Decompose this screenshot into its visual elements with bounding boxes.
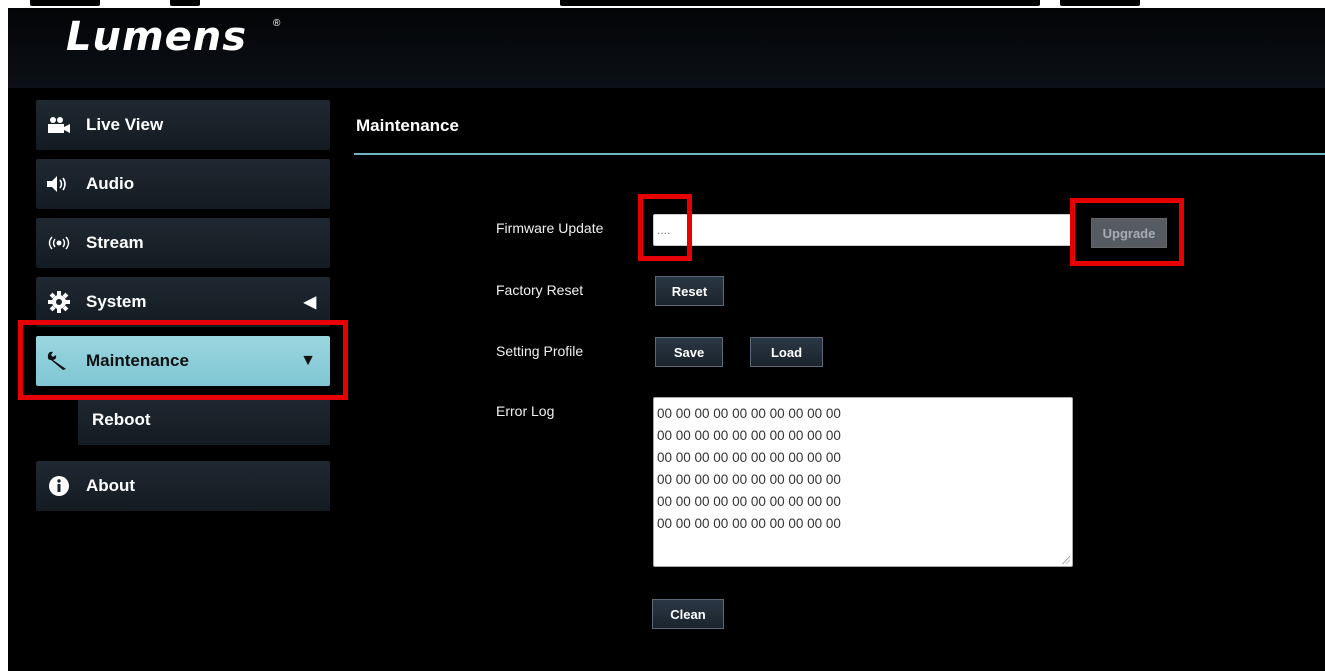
clean-button[interactable]: Clean	[652, 599, 724, 629]
error-log-line: 00 00 00 00 00 00 00 00 00 00	[657, 406, 841, 421]
title-divider	[354, 153, 1325, 155]
error-log-line: 00 00 00 00 00 00 00 00 00 00	[657, 450, 841, 465]
info-icon	[46, 475, 72, 497]
sidebar-item-stream[interactable]: Stream	[36, 218, 330, 268]
sidebar-item-live-view[interactable]: Live View	[36, 100, 330, 150]
sidebar-item-maintenance[interactable]: Maintenance ▼	[36, 336, 330, 386]
wrench-icon	[46, 351, 72, 371]
sidebar: Live View Audio Stream System ◀ Maintena…	[8, 88, 338, 671]
sidebar-item-label: Live View	[86, 115, 164, 134]
load-profile-button[interactable]: Load	[750, 337, 823, 367]
sidebar-item-system[interactable]: System ◀	[36, 277, 330, 327]
cropped-document-text	[0, 0, 1325, 8]
broadcast-icon	[46, 234, 72, 252]
registered-mark: ®	[273, 18, 281, 29]
error-log-label: Error Log	[496, 403, 555, 419]
error-log-line: 00 00 00 00 00 00 00 00 00 00	[657, 428, 841, 443]
error-log-line: 00 00 00 00 00 00 00 00 00 00	[657, 494, 841, 509]
sidebar-item-label: Maintenance	[86, 351, 189, 370]
header: Lumens ®	[8, 8, 1325, 88]
chevron-left-icon: ◀	[303, 294, 316, 311]
factory-reset-label: Factory Reset	[496, 282, 584, 298]
error-log-textarea[interactable]: 00 00 00 00 00 00 00 00 00 00 00 00 00 0…	[653, 397, 1073, 567]
save-profile-button[interactable]: Save	[655, 337, 723, 367]
page: Lumens ® Live View Audio Stream System ◀…	[0, 0, 1325, 671]
page-title: Maintenance	[356, 116, 459, 135]
chevron-down-icon: ▼	[300, 352, 316, 369]
camera-web-ui: Lumens ® Live View Audio Stream System ◀…	[8, 8, 1325, 671]
firmware-update-label: Firmware Update	[496, 220, 604, 236]
sidebar-item-label: Stream	[86, 233, 144, 252]
sidebar-item-label: Reboot	[92, 410, 151, 429]
error-log-line: 00 00 00 00 00 00 00 00 00 00	[657, 472, 841, 487]
firmware-file-input[interactable]: ....	[653, 214, 1075, 246]
sidebar-item-label: Audio	[86, 174, 135, 193]
error-log-line: 00 00 00 00 00 00 00 00 00 00	[657, 516, 841, 531]
sidebar-item-label: About	[86, 476, 136, 495]
speaker-icon	[46, 175, 72, 193]
brand-logo: Lumens	[66, 14, 248, 60]
video-camera-icon	[46, 116, 72, 134]
upgrade-button[interactable]: Upgrade	[1091, 218, 1167, 248]
sidebar-item-label: System	[86, 292, 147, 311]
sidebar-item-about[interactable]: About	[36, 461, 330, 511]
setting-profile-label: Setting Profile	[496, 343, 584, 359]
gear-icon	[46, 291, 72, 313]
resize-handle[interactable]	[1062, 556, 1070, 564]
sidebar-item-audio[interactable]: Audio	[36, 159, 330, 209]
reset-button[interactable]: Reset	[655, 276, 724, 306]
sidebar-subitem-reboot[interactable]: Reboot	[78, 395, 330, 445]
